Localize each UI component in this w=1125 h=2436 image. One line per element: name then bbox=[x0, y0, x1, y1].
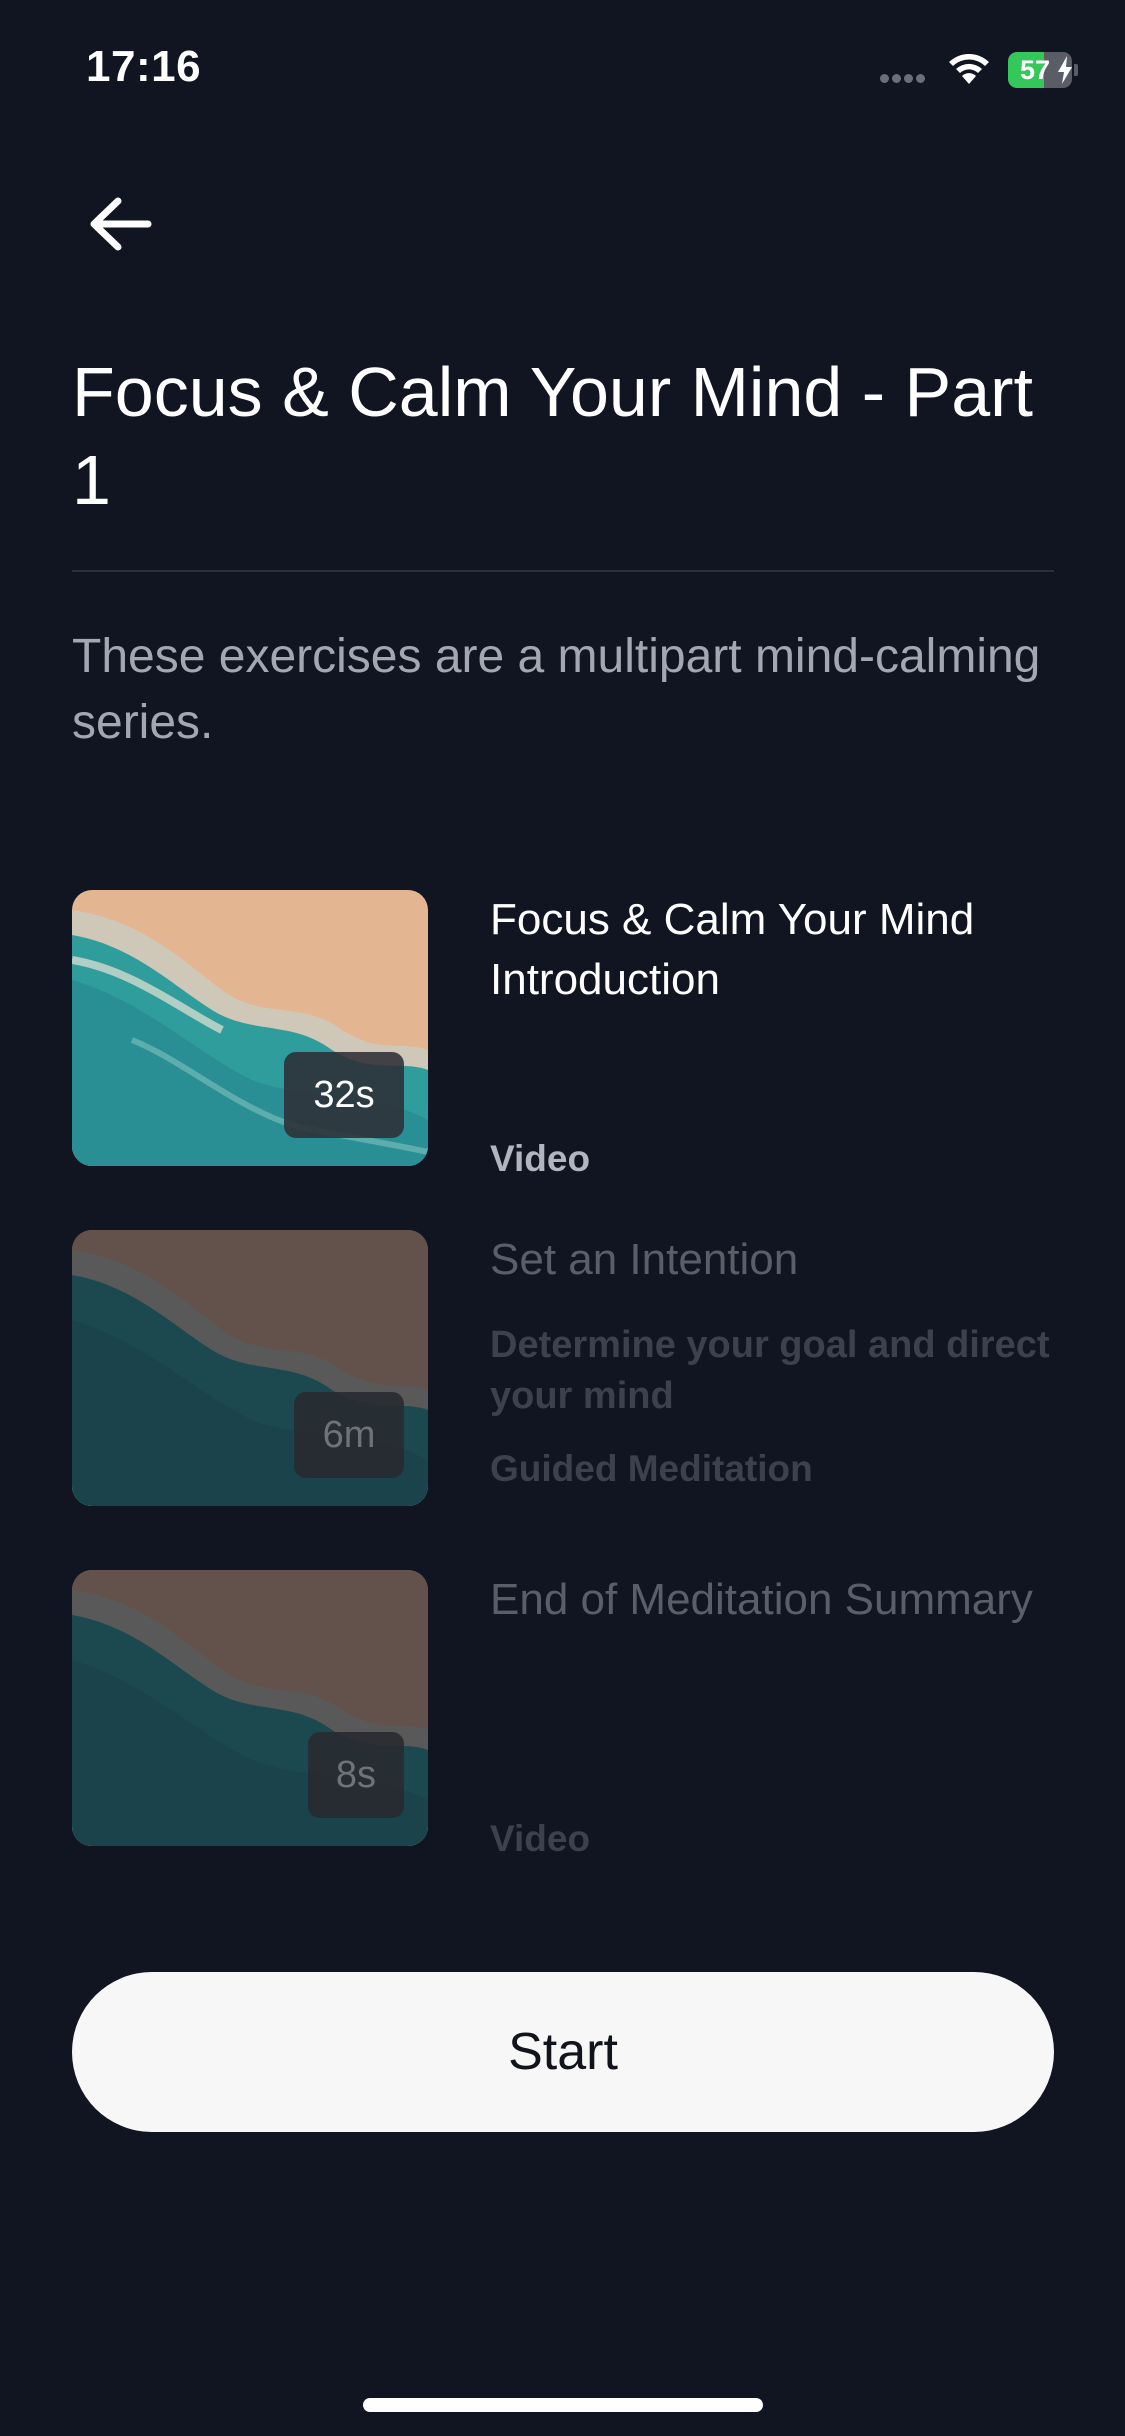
home-indicator[interactable] bbox=[363, 2398, 763, 2412]
page-description: These exercises are a multipart mind-cal… bbox=[72, 630, 1041, 749]
wifi-icon bbox=[944, 48, 994, 86]
page-title: Focus & Calm Your Mind - Part 1 bbox=[72, 353, 1033, 519]
session-type: Video bbox=[490, 1138, 591, 1179]
duration-badge: 6m bbox=[294, 1392, 404, 1478]
session-title: End of Meditation Summary bbox=[490, 1575, 1033, 1624]
session-subtitle: Determine your goal and direct your mind bbox=[490, 1324, 1050, 1417]
session-item-set-intention[interactable]: 6m Set an Intention Determine your goal … bbox=[72, 1230, 1054, 1510]
session-item-introduction[interactable]: 32s Focus & Calm Your Mind Introduction … bbox=[72, 890, 1054, 1179]
arrow-left-icon bbox=[90, 197, 152, 251]
start-button[interactable]: Start bbox=[72, 1972, 1054, 2132]
duration-badge: 32s bbox=[284, 1052, 404, 1138]
session-type: Guided Meditation bbox=[490, 1448, 813, 1489]
session-thumbnail: 32s bbox=[72, 890, 428, 1166]
status-time: 17:16 bbox=[86, 42, 202, 91]
session-type: Video bbox=[490, 1818, 591, 1859]
session-title: Set an Intention bbox=[490, 1235, 799, 1284]
back-button[interactable] bbox=[72, 176, 168, 272]
divider bbox=[72, 570, 1054, 572]
session-detail-screen: 17:16 57 Focus & Calm Your Mind - Part 1 bbox=[0, 0, 1125, 2436]
status-bar: 17:16 57 bbox=[0, 0, 1125, 140]
session-thumbnail: 6m bbox=[72, 1230, 428, 1506]
battery-charging-icon: 57 bbox=[1008, 52, 1078, 88]
battery-level: 57 bbox=[1019, 55, 1051, 85]
cellular-signal-icon bbox=[880, 74, 925, 86]
session-thumbnail: 8s bbox=[72, 1570, 428, 1846]
session-title: Focus & Calm Your Mind Introduction bbox=[490, 895, 975, 1004]
session-item-end-summary[interactable]: 8s End of Meditation Summary Video bbox=[72, 1570, 1054, 1859]
duration-badge: 8s bbox=[308, 1732, 404, 1818]
